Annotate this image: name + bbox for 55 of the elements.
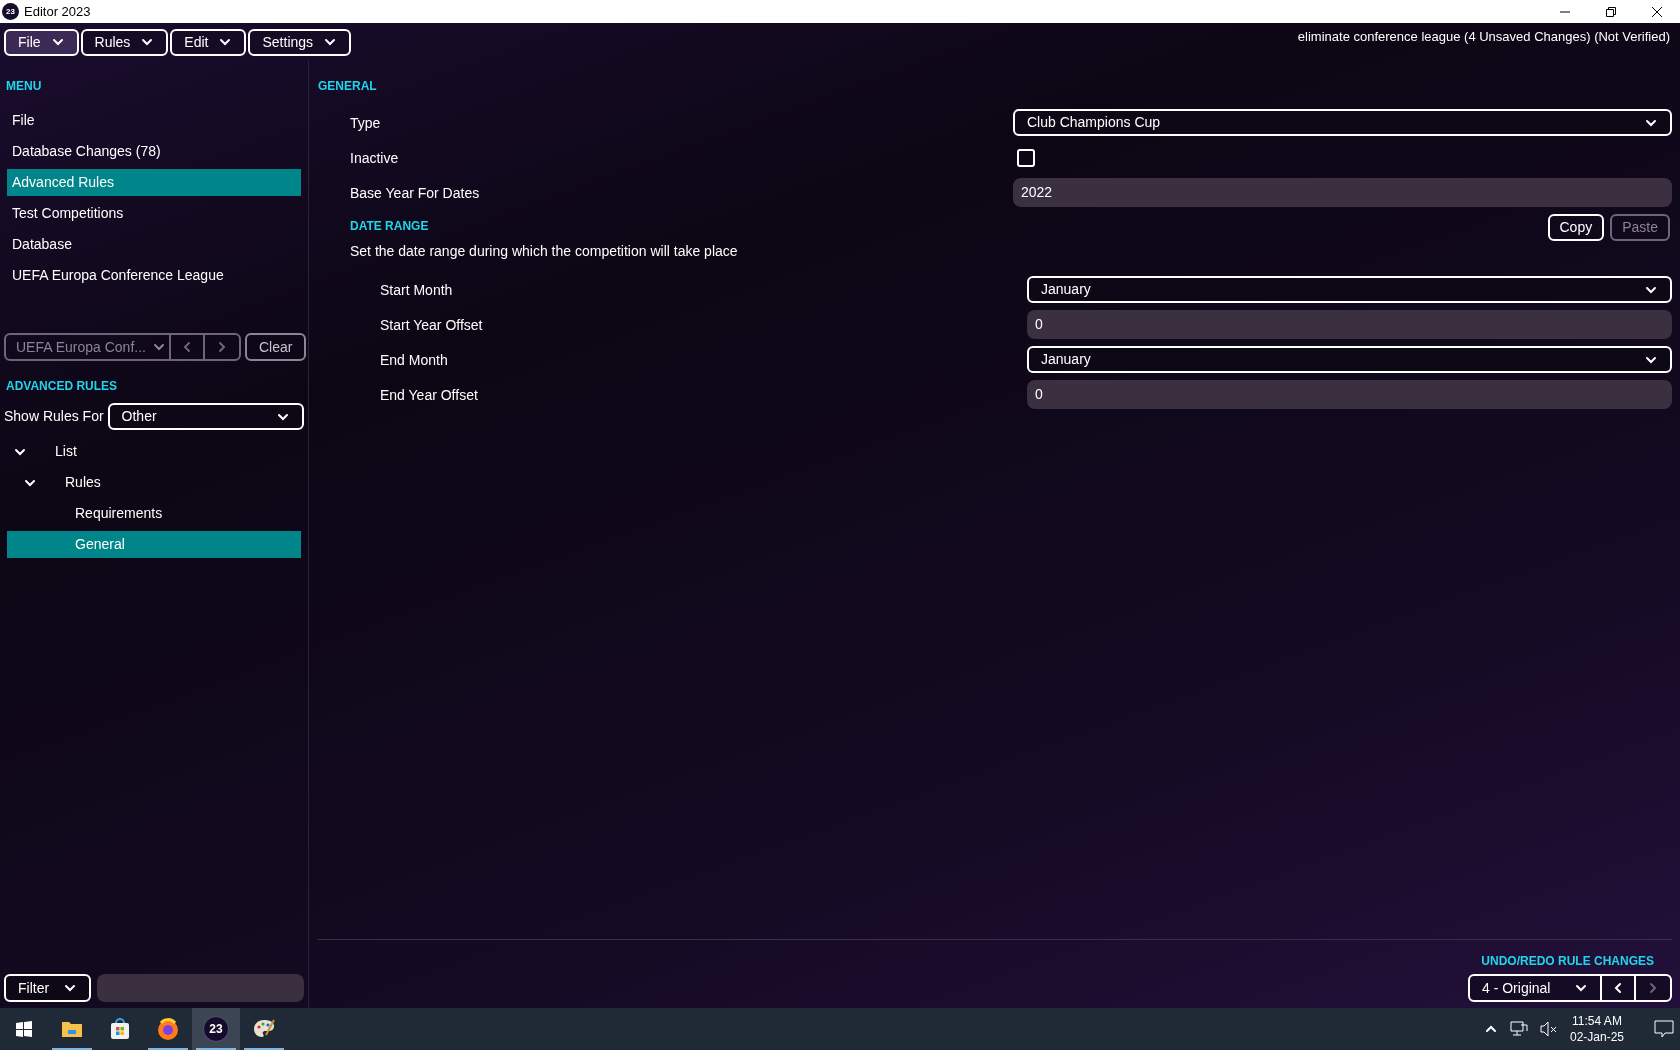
menu-button[interactable]: Edit xyxy=(170,28,247,56)
filter-dropdown[interactable]: Filter xyxy=(4,974,92,1002)
window-title: Editor 2023 xyxy=(24,2,91,21)
menu-button[interactable]: Settings xyxy=(248,28,352,56)
network-icon xyxy=(1509,1021,1528,1037)
clear-button[interactable]: Clear xyxy=(245,333,307,361)
menu-button[interactable]: Rules xyxy=(80,28,169,56)
dropdown-field[interactable]: January xyxy=(1027,276,1672,303)
dropdown-field[interactable]: Club Champions Cup xyxy=(1013,109,1672,136)
dropdown-field[interactable]: January xyxy=(1027,346,1672,373)
section-header: GENERAL xyxy=(318,78,378,95)
browser-icon xyxy=(156,1017,180,1041)
input-field[interactable]: 0 xyxy=(1027,380,1672,409)
menu-item[interactable]: Advanced Rules xyxy=(7,169,301,196)
checkbox[interactable] xyxy=(1017,148,1035,167)
tree-item[interactable]: Rules xyxy=(7,469,301,496)
section-header: UNDO/REDO RULE CHANGES xyxy=(1481,953,1654,970)
input-field[interactable]: 2022 xyxy=(1013,178,1672,207)
menu-item[interactable]: Test Competitions xyxy=(7,200,301,227)
restore-icon xyxy=(1606,6,1616,17)
clock-time: 11:54 AM xyxy=(1572,1013,1622,1029)
toolbar-button[interactable]: Copy xyxy=(1547,214,1605,241)
tree-item[interactable]: General xyxy=(7,531,301,558)
field-label: Start Year Offset xyxy=(380,316,483,333)
field-label: Base Year For Dates xyxy=(350,184,480,201)
clock-date: 02-Jan-25 xyxy=(1569,1029,1624,1045)
field-label: Inactive xyxy=(350,149,399,166)
tree-item[interactable]: Requirements xyxy=(7,500,301,527)
field-label: End Year Offset xyxy=(380,386,478,403)
taskbar-app[interactable]: 23 xyxy=(192,1008,240,1050)
store-icon xyxy=(108,1017,132,1041)
field-label: Type xyxy=(350,114,381,131)
filter-field[interactable] xyxy=(97,974,304,1002)
input-field[interactable]: 0 xyxy=(1027,310,1672,339)
app-icon: 23 xyxy=(203,1016,229,1042)
field-label: End Month xyxy=(380,351,448,368)
menu-item[interactable]: Database Changes (78) xyxy=(7,138,301,165)
windows-icon xyxy=(16,1021,32,1037)
menu-button[interactable]: File xyxy=(4,28,79,56)
notification-icon xyxy=(1654,1020,1674,1038)
section-header: ADVANCED RULES xyxy=(5,378,119,395)
muted-speaker-icon xyxy=(1539,1021,1558,1037)
menu-item[interactable]: UEFA Europa Conference League xyxy=(7,262,301,289)
tree-item[interactable]: List xyxy=(7,438,301,465)
section-header: MENU xyxy=(5,78,43,95)
section-header: DATE RANGE xyxy=(349,218,429,235)
close-icon xyxy=(1652,6,1662,17)
menu-item[interactable]: Database xyxy=(7,231,301,258)
menu-item[interactable]: File xyxy=(7,107,301,134)
dropdown-field[interactable]: Other xyxy=(107,403,304,430)
status-text: eliminate conference league (4 Unsaved Changes) (Not Verified) xyxy=(1297,28,1670,46)
field-label: Show Rules For xyxy=(4,407,104,426)
field-label: Start Month xyxy=(380,281,453,298)
app-logo: 23 xyxy=(2,3,19,20)
description-text: Set the date range during which the competition will take place xyxy=(349,242,739,261)
